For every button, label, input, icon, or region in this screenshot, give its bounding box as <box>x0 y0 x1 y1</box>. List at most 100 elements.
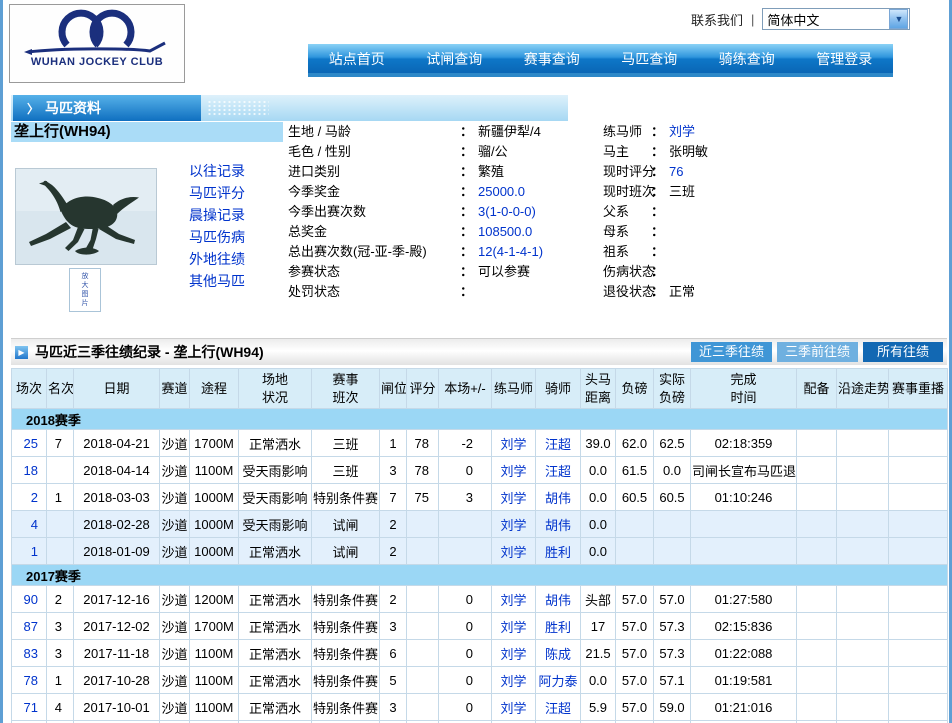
race-number-link[interactable]: 1 <box>31 544 38 559</box>
detail-value[interactable]: 刘学 <box>669 124 695 139</box>
records-section: ▶ 马匹近三季往绩纪录 - 垄上行(WH94) 近三季往绩 三季前往绩 所有往绩… <box>11 338 948 723</box>
table-cell <box>438 537 492 565</box>
sidebar-link[interactable]: 以往记录 <box>189 160 245 182</box>
trainer-link[interactable]: 刘学 <box>500 437 526 452</box>
detail-label: 今季奖金 <box>288 184 341 199</box>
detail-label: 参赛状态 <box>288 264 341 279</box>
colon: ： <box>651 244 665 259</box>
jockey-link[interactable]: 陈成 <box>545 647 571 662</box>
jockey-link[interactable]: 胜利 <box>545 620 571 635</box>
table-cell: 试闸 <box>311 510 380 538</box>
trainer-link[interactable]: 刘学 <box>500 701 526 716</box>
table-cell: 57.0 <box>653 585 691 613</box>
race-number-link[interactable]: 78 <box>24 673 38 688</box>
sidebar-link[interactable]: 马匹评分 <box>189 182 245 204</box>
sidebar-link[interactable]: 其他马匹 <box>189 270 245 292</box>
table-cell <box>653 510 691 538</box>
column-header: 练马师 <box>491 368 536 409</box>
table-cell: 正常洒水 <box>238 693 312 721</box>
column-header: 负磅 <box>615 368 654 409</box>
jockey-link[interactable]: 胡伟 <box>545 593 571 608</box>
jockey-link[interactable]: 胜利 <box>545 545 571 560</box>
table-cell: 特别条件赛 <box>311 585 380 613</box>
table-cell: 0.0 <box>580 456 616 484</box>
table-cell <box>46 510 74 538</box>
table-cell <box>796 585 837 613</box>
table-cell: 0.0 <box>580 510 616 538</box>
colon: ： <box>651 204 665 219</box>
jockey-link[interactable]: 胡伟 <box>545 491 571 506</box>
colon: ： <box>460 284 474 299</box>
table-cell <box>406 666 439 694</box>
race-number-link[interactable]: 83 <box>24 646 38 661</box>
table-cell: 01:27:580 <box>690 585 797 613</box>
detail-row: 伤病状态： <box>603 262 947 282</box>
trainer-link[interactable]: 刘学 <box>500 647 526 662</box>
jockey-link[interactable]: 汪超 <box>545 701 571 716</box>
table-row: 18 2018-04-14 沙道 1100M 受天雨影响 三班 3 78 0 刘学 汪超 0.0 61.… <box>11 456 948 484</box>
table-cell: 4 <box>46 693 74 721</box>
table-cell: 7 <box>46 429 74 457</box>
trainer-link[interactable]: 刘学 <box>500 518 526 533</box>
table-cell: 沙道 <box>159 483 190 511</box>
jockey-link[interactable]: 胡伟 <box>545 518 571 533</box>
detail-value: 25000.0 <box>478 184 526 199</box>
records-filter-buttons: 近三季往绩 三季前往绩 所有往绩 <box>690 342 943 362</box>
sidebar-link[interactable]: 晨操记录 <box>189 204 245 226</box>
table-cell: 78 <box>406 429 439 457</box>
race-number-link[interactable]: 90 <box>24 592 38 607</box>
trainer-link[interactable]: 刘学 <box>500 491 526 506</box>
jockey-link[interactable]: 汪超 <box>545 437 571 452</box>
trainer-link[interactable]: 刘学 <box>500 674 526 689</box>
before-three-seasons-button[interactable]: 三季前往绩 <box>776 342 858 362</box>
table-cell: 沙道 <box>159 693 190 721</box>
table-cell: 沙道 <box>159 537 190 565</box>
trainer-link[interactable]: 刘学 <box>500 464 526 479</box>
table-cell <box>836 639 889 667</box>
contact-us-link[interactable]: 联系我们 <box>691 10 743 29</box>
details-right-column: 练马师：刘学 马主：张明敏 现时评分： 76 现时班次： 三班 父系：母系：祖系：伤病状态：… <box>603 122 947 302</box>
nav-item[interactable]: 管理登录 <box>796 49 894 69</box>
race-number-link[interactable]: 4 <box>31 517 38 532</box>
table-cell: 3 <box>379 612 407 640</box>
nav-item[interactable]: 赛事查询 <box>503 49 601 69</box>
nav-item[interactable]: 站点首页 <box>308 49 406 69</box>
page: WUHAN JOCKEY CLUB 联系我们 | 简体中文 ▼ 站点首页 试闸查询… <box>0 0 952 723</box>
nav-item[interactable]: 骑练查询 <box>698 49 796 69</box>
race-number-link[interactable]: 87 <box>24 619 38 634</box>
trainer-link[interactable]: 刘学 <box>500 593 526 608</box>
table-cell: 5 <box>379 666 407 694</box>
table-row: 90 2 2017-12-16 沙道 1200M 正常洒水 特别条件赛 2 0 刘学 胡伟 头部 57.… <box>11 585 948 613</box>
detail-label: 练马师 <box>603 124 643 139</box>
logo-caption: WUHAN JOCKEY CLUB <box>30 56 164 68</box>
race-number-link[interactable]: 18 <box>24 463 38 478</box>
recent-three-seasons-button[interactable]: 近三季往绩 <box>690 342 772 362</box>
sidebar-link[interactable]: 马匹伤病 <box>189 226 245 248</box>
trainer-link[interactable]: 刘学 <box>500 545 526 560</box>
language-select[interactable]: 简体中文 ▼ <box>762 8 911 30</box>
all-records-button[interactable]: 所有往绩 <box>862 342 943 362</box>
table-cell: 沙道 <box>159 429 190 457</box>
sidebar-link[interactable]: 外地往绩 <box>189 248 245 270</box>
jockey-link[interactable]: 阿力泰 <box>538 674 577 689</box>
chevron-down-icon[interactable]: ▼ <box>889 9 909 29</box>
table-cell <box>796 537 837 565</box>
table-cell: 三班 <box>311 456 380 484</box>
jockey-link[interactable]: 汪超 <box>545 464 571 479</box>
column-header: 场次 <box>11 368 47 409</box>
horseshoes-icon <box>24 9 166 55</box>
detail-value: 骝/公 <box>478 144 508 159</box>
colon: ： <box>460 204 474 219</box>
race-number-link[interactable]: 71 <box>24 700 38 715</box>
photo-box-char: 片 <box>81 300 89 307</box>
nav-item[interactable]: 马匹查询 <box>601 49 699 69</box>
race-number-link[interactable]: 25 <box>24 436 38 451</box>
detail-row: 总出赛次数(冠-亚-季-殿) ： 12(4-1-4-1) <box>288 242 618 262</box>
table-cell: 1000M <box>189 510 239 538</box>
nav-item[interactable]: 试闸查询 <box>406 49 504 69</box>
trainer-link[interactable]: 刘学 <box>500 620 526 635</box>
race-number-link[interactable]: 2 <box>31 490 38 505</box>
photo-enlarge-thumbnail[interactable]: 放大图片 <box>69 268 101 312</box>
table-cell: 60.5 <box>653 483 691 511</box>
table-cell: 02:18:359 <box>690 429 797 457</box>
